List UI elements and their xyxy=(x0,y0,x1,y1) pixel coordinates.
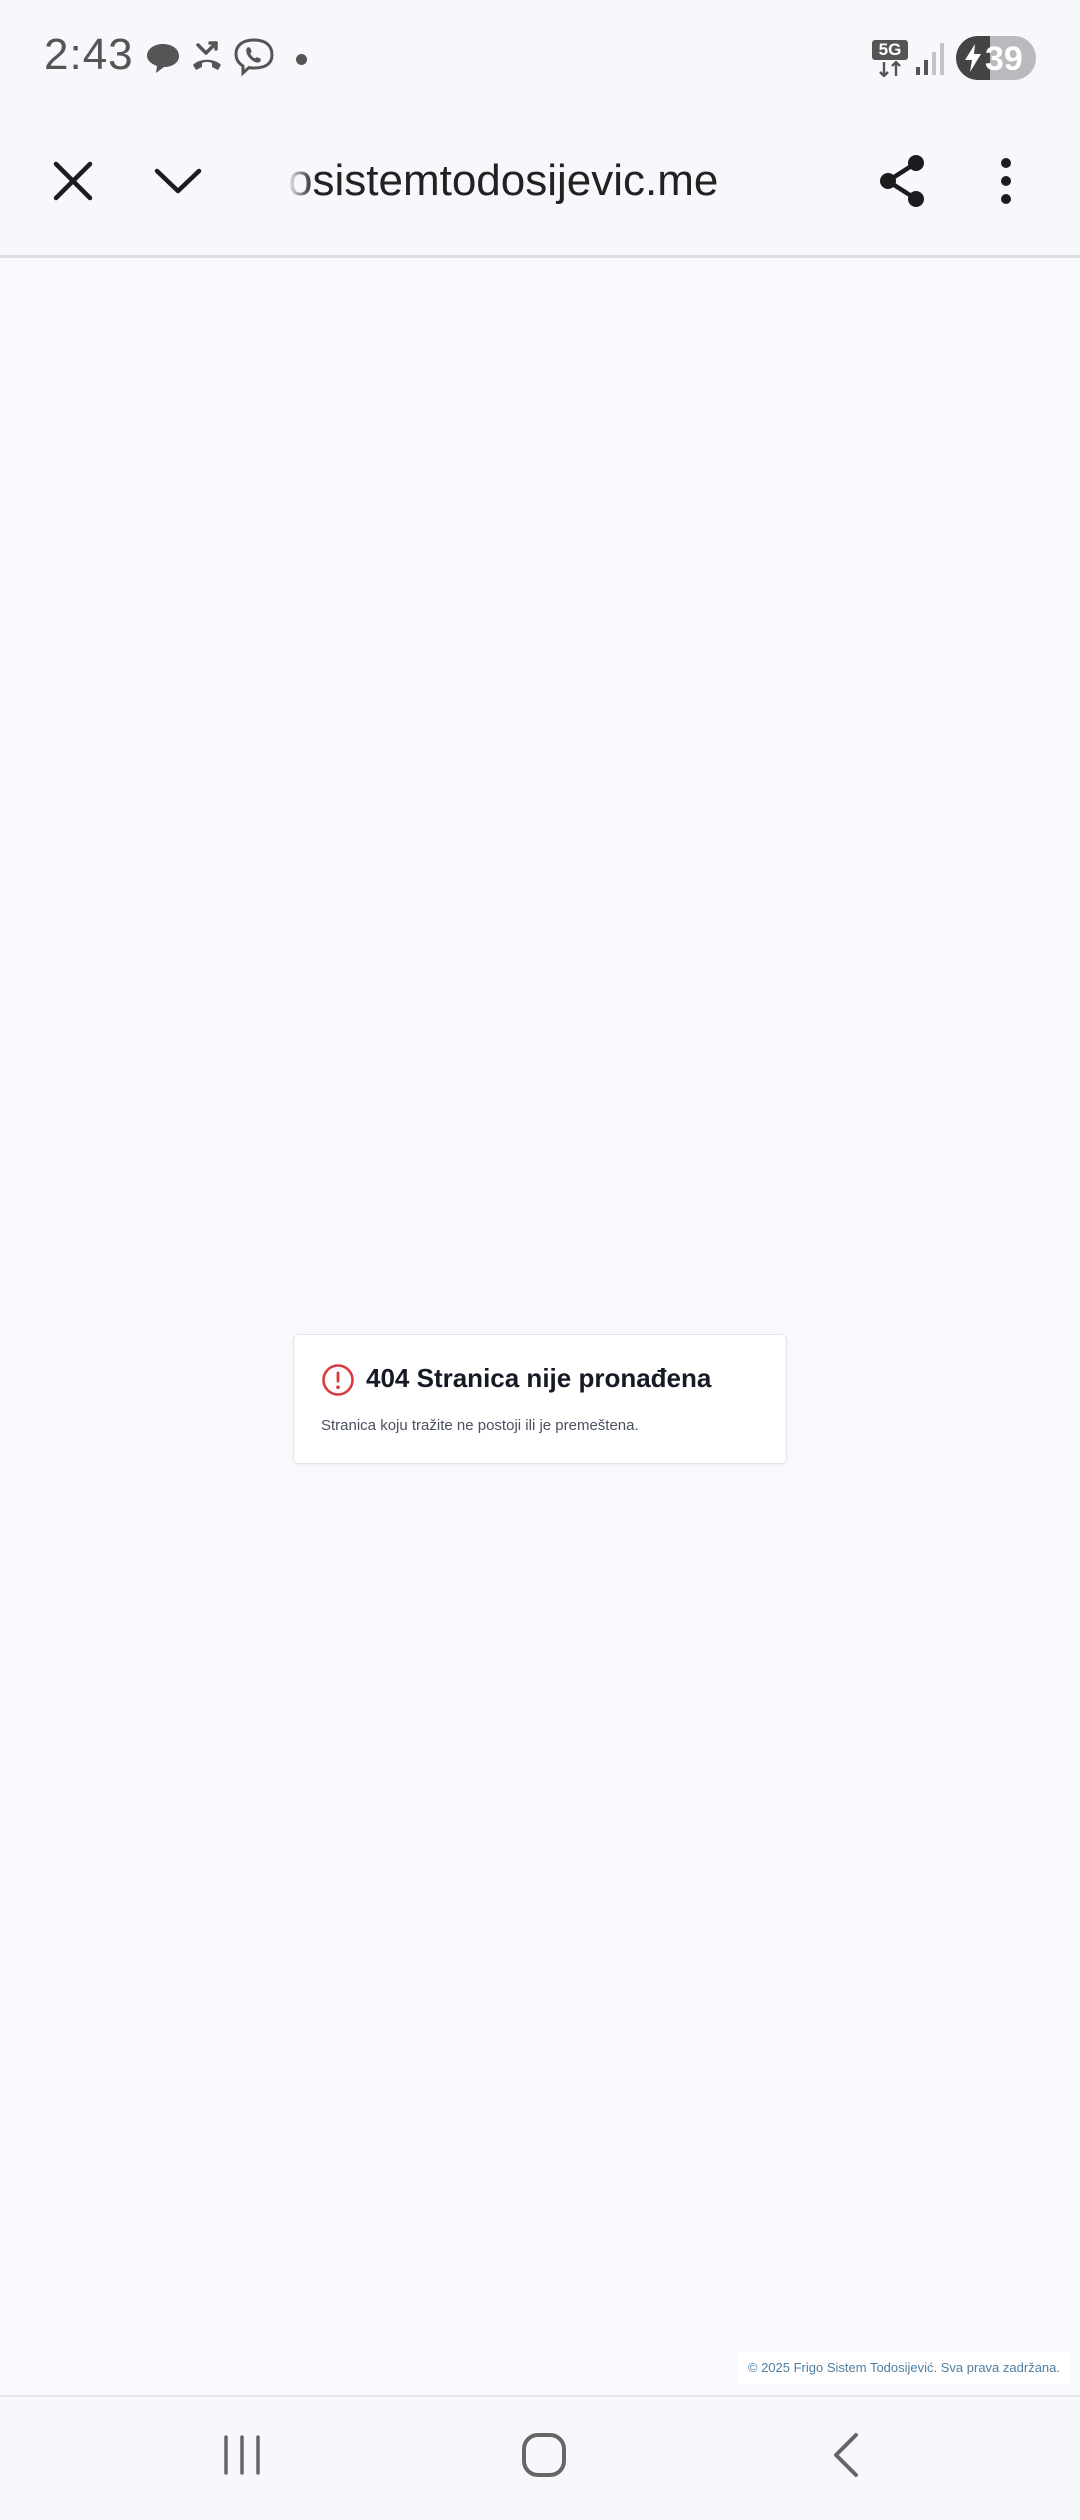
alert-circle-icon xyxy=(321,1363,355,1397)
more-vert-icon xyxy=(999,157,1013,210)
error-title: 404 Stranica nije pronađena xyxy=(366,1363,712,1393)
share-icon xyxy=(876,153,928,214)
browser-toolbar: osistemtodosijevic.me xyxy=(0,118,1080,258)
back-icon xyxy=(828,2431,864,2484)
copyright-footer: © 2025 Frigo Sistem Todosijević. Sva pra… xyxy=(737,2352,1070,2384)
home-button[interactable] xyxy=(504,2425,584,2489)
error-description: Stranica koju tražite ne postoji ili je … xyxy=(321,1417,639,1434)
network-type-label: 5G xyxy=(872,40,908,60)
error-card: 404 Stranica nije pronađena Stranica koj… xyxy=(293,1334,787,1464)
more-options-button[interactable] xyxy=(966,143,1046,223)
share-button[interactable] xyxy=(862,143,942,223)
close-button[interactable] xyxy=(33,143,113,223)
browser-screen: 2:43 5G 39 osistemtodosijevic.me 404 Str… xyxy=(0,0,1080,2520)
recents-button[interactable] xyxy=(202,2425,282,2489)
navigation-bar xyxy=(0,2395,1080,2520)
close-icon xyxy=(52,160,94,207)
url-text[interactable]: osistemtodosijevic.me xyxy=(288,156,728,206)
home-icon xyxy=(520,2431,568,2484)
chevron-down-icon xyxy=(153,166,203,201)
5g-icon: 5G xyxy=(872,40,908,78)
battery-charging-icon: 39 xyxy=(956,36,1036,80)
chat-bubble-icon xyxy=(142,36,184,78)
signal-icon xyxy=(914,40,946,76)
viber-icon xyxy=(232,36,276,78)
notification-dot-icon xyxy=(296,54,307,65)
back-button[interactable] xyxy=(806,2425,886,2489)
minimize-button[interactable] xyxy=(138,143,218,223)
url-fade xyxy=(280,148,314,218)
recents-icon xyxy=(220,2433,264,2482)
web-page: 404 Stranica nije pronađena Stranica koj… xyxy=(0,261,1080,2395)
missed-call-icon xyxy=(186,36,228,78)
status-bar: 2:43 5G 39 xyxy=(0,0,1080,118)
battery-percent: 39 xyxy=(985,40,1023,78)
status-time: 2:43 xyxy=(44,30,134,79)
